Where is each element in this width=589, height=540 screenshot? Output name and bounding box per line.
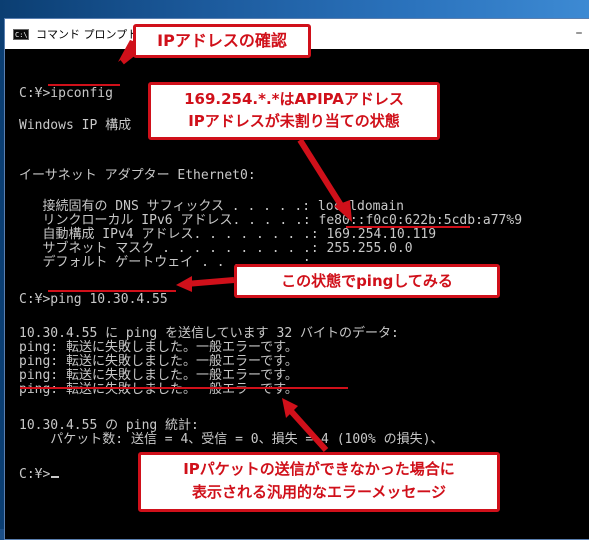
- callout-error-line1: IPパケットの送信ができなかった場合に: [183, 460, 455, 478]
- underline-ipv4-address: [346, 226, 470, 228]
- console-icon: C:\: [13, 28, 29, 40]
- window-title: コマンド プロンプト: [36, 28, 139, 41]
- console-line-ping-error-1: ping: 転送に失敗しました。一般エラーです。: [19, 340, 298, 355]
- callout-ip-check-text: IPアドレスの確認: [157, 31, 287, 50]
- callout-ping-try: この状態でpingしてみる: [234, 264, 500, 298]
- console-line-prompt-ping: C:¥>ping 10.30.4.55: [19, 292, 168, 307]
- callout-apipa: 169.254.*.*はAPIPAアドレス IPアドレスが未割り当ての状態: [148, 82, 440, 140]
- console-line-adapter: イーサネット アダプター Ethernet0:: [19, 168, 256, 183]
- console-line-dns-suffix: 接続固有の DNS サフィックス . . . . .: localdomain: [19, 199, 404, 214]
- console-line-packet-stats: パケット数: 送信 = 4、受信 = 0、損失 = 4 (100% の損失)、: [19, 432, 444, 447]
- console-line-ping-error-2: ping: 転送に失敗しました。一般エラーです。: [19, 354, 298, 369]
- console-line-prompt-ipconfig: C:¥>ipconfig: [19, 86, 113, 101]
- console-line-subnet: サブネット マスク . . . . . . . . . .: 255.255.0…: [19, 241, 413, 256]
- console-line-ping-sending: 10.30.4.55 に ping を送信しています 32 バイトのデータ:: [19, 326, 399, 341]
- callout-error-message: IPパケットの送信ができなかった場合に 表示される汎用的なエラーメッセージ: [138, 452, 500, 512]
- console-line-prompt-final[interactable]: C:¥>: [19, 467, 60, 482]
- callout-ip-check: IPアドレスの確認: [133, 24, 311, 58]
- callout-error-line2: 表示される汎用的なエラーメッセージ: [191, 483, 447, 501]
- text-cursor: [51, 476, 60, 478]
- console-line-ip-config-header: Windows IP 構成: [19, 118, 132, 133]
- underline-ipconfig: [48, 84, 120, 86]
- callout-apipa-line2: IPアドレスが未割り当ての状態: [188, 112, 400, 130]
- callout-ping-try-text: この状態でpingしてみる: [281, 272, 453, 290]
- console-line-ping-error-3: ping: 転送に失敗しました。一般エラーです。: [19, 368, 298, 383]
- underline-ping-command: [48, 290, 176, 292]
- callout-apipa-line1: 169.254.*.*はAPIPAアドレス: [184, 90, 404, 108]
- console-line-ping-error-4: ping: 転送に失敗しました。一般エラーです。: [19, 382, 298, 397]
- underline-ping-errors: [20, 387, 348, 389]
- console-line-ping-stats: 10.30.4.55 の ping 統計:: [19, 418, 199, 433]
- minimize-button[interactable]: –: [569, 22, 589, 44]
- prompt-text: C:¥>: [19, 467, 51, 482]
- console-line-ipv4: 自動構成 IPv4 アドレス. . . . . . . .: 169.254.1…: [19, 227, 437, 242]
